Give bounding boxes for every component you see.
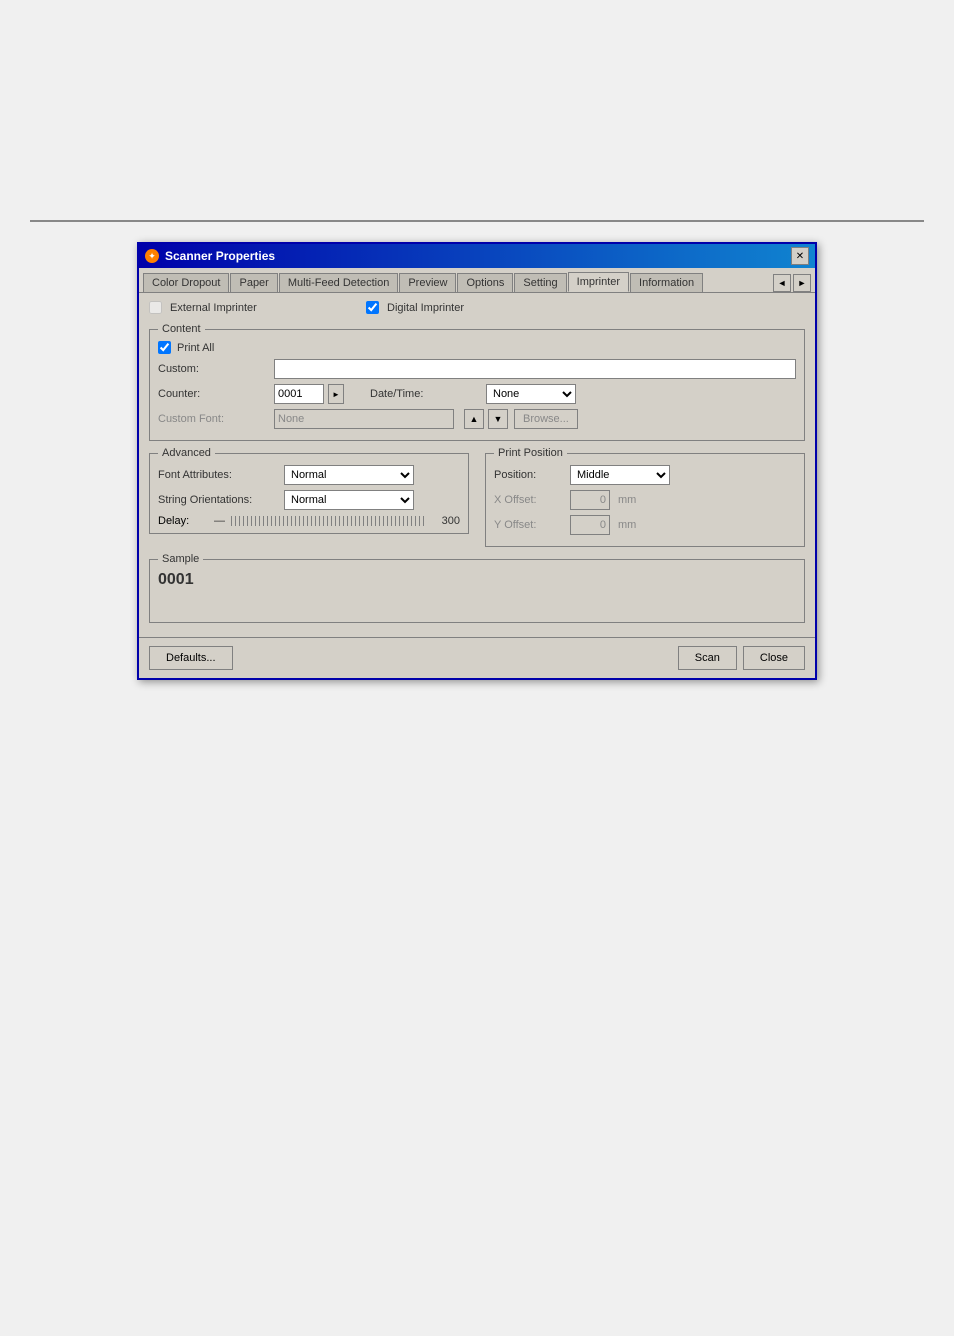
font-attributes-label: Font Attributes: [158, 469, 278, 481]
content-area: External Imprinter Digital Imprinter Con… [139, 293, 815, 637]
advanced-col: Advanced Font Attributes: Normal Bold It… [149, 447, 469, 553]
sample-section: Sample 0001 [149, 553, 805, 623]
bottom-right-buttons: Scan Close [678, 646, 805, 670]
custom-row: Custom: [158, 359, 796, 379]
print-all-label: Print All [177, 342, 287, 354]
tab-options[interactable]: Options [457, 273, 513, 292]
datetime-label: Date/Time: [370, 388, 480, 400]
position-select[interactable]: Top Middle Bottom [570, 465, 670, 485]
print-all-checkbox[interactable] [158, 341, 171, 354]
y-offset-unit: mm [618, 519, 636, 531]
print-position-title: Print Position [494, 447, 567, 459]
print-position-section: Print Position Position: Top Middle Bott… [485, 447, 805, 547]
external-imprinter-checkbox-row: External Imprinter [149, 301, 280, 314]
x-offset-input[interactable] [570, 490, 610, 510]
title-bar: ✦ Scanner Properties ✕ [139, 244, 815, 268]
sample-section-title: Sample [158, 553, 203, 565]
tab-setting[interactable]: Setting [514, 273, 566, 292]
tab-information[interactable]: Information [630, 273, 703, 292]
y-offset-label: Y Offset: [494, 519, 564, 531]
custom-font-input [274, 409, 454, 429]
external-imprinter-label: External Imprinter [170, 302, 280, 314]
page-divider [30, 220, 924, 222]
dialog-title: Scanner Properties [165, 249, 275, 263]
advanced-section-title: Advanced [158, 447, 215, 459]
tab-scroll-left[interactable]: ◄ [773, 274, 791, 292]
x-offset-label: X Offset: [494, 494, 564, 506]
custom-label: Custom: [158, 363, 268, 375]
tab-preview[interactable]: Preview [399, 273, 456, 292]
tab-paper[interactable]: Paper [230, 273, 277, 292]
scanner-properties-dialog: ✦ Scanner Properties ✕ Color Dropout Pap… [137, 242, 817, 680]
digital-imprinter-checkbox[interactable] [366, 301, 379, 314]
tab-bar: Color Dropout Paper Multi-Feed Detection… [139, 268, 815, 293]
print-all-row: Print All [158, 341, 796, 354]
delay-label: Delay: [158, 515, 208, 527]
tab-color-dropout[interactable]: Color Dropout [143, 273, 229, 292]
y-offset-input[interactable] [570, 515, 610, 535]
font-down-button[interactable]: ▼ [488, 409, 508, 429]
browse-button[interactable]: Browse... [514, 409, 578, 429]
font-up-button[interactable]: ▲ [464, 409, 484, 429]
counter-controls: ► [274, 384, 344, 404]
tab-imprinter[interactable]: Imprinter [568, 272, 629, 292]
close-window-button[interactable]: ✕ [791, 247, 809, 265]
datetime-select[interactable]: None Date Time Date/Time [486, 384, 576, 404]
custom-font-label: Custom Font: [158, 413, 268, 425]
x-offset-unit: mm [618, 494, 636, 506]
digital-imprinter-label: Digital Imprinter [387, 302, 497, 314]
counter-increment-button[interactable]: ► [328, 384, 344, 404]
sample-value: 0001 [158, 571, 194, 588]
advanced-section: Advanced Font Attributes: Normal Bold It… [149, 447, 469, 534]
scan-button[interactable]: Scan [678, 646, 737, 670]
imprinter-toggle-row: External Imprinter Digital Imprinter [149, 301, 805, 318]
counter-input[interactable] [274, 384, 324, 404]
x-offset-row: X Offset: mm [494, 490, 796, 510]
font-attributes-row: Font Attributes: Normal Bold Italic [158, 465, 460, 485]
delay-value: 300 [430, 515, 460, 527]
counter-row: Counter: ► Date/Time: None Date Time Dat… [158, 384, 796, 404]
delay-row: Delay: — 300 [158, 515, 460, 527]
app-icon: ✦ [145, 249, 159, 263]
string-orientations-select[interactable]: Normal Rotate 90 Rotate 180 [284, 490, 414, 510]
tab-scroll-right[interactable]: ► [793, 274, 811, 292]
content-section: Content Print All Custom: Counter: ► [149, 323, 805, 441]
custom-input[interactable] [274, 359, 796, 379]
external-imprinter-checkbox[interactable] [149, 301, 162, 314]
position-row: Position: Top Middle Bottom [494, 465, 796, 485]
tab-multifeed[interactable]: Multi-Feed Detection [279, 273, 399, 292]
close-button[interactable]: Close [743, 646, 805, 670]
string-orientations-label: String Orientations: [158, 494, 278, 506]
content-section-title: Content [158, 323, 205, 335]
counter-label: Counter: [158, 388, 268, 400]
print-position-col: Print Position Position: Top Middle Bott… [485, 447, 805, 553]
position-label: Position: [494, 469, 564, 481]
bottom-bar: Defaults... Scan Close [139, 637, 815, 678]
y-offset-row: Y Offset: mm [494, 515, 796, 535]
advanced-printpos-row: Advanced Font Attributes: Normal Bold It… [149, 447, 805, 553]
delay-min-marker: — [214, 515, 225, 527]
tab-navigation: ◄ ► [773, 274, 811, 292]
custom-font-row: Custom Font: ▲ ▼ Browse... [158, 409, 796, 429]
font-attributes-select[interactable]: Normal Bold Italic [284, 465, 414, 485]
delay-slider[interactable] [231, 516, 424, 526]
string-orientations-row: String Orientations: Normal Rotate 90 Ro… [158, 490, 460, 510]
defaults-button[interactable]: Defaults... [149, 646, 233, 670]
digital-imprinter-checkbox-row: Digital Imprinter [366, 301, 497, 314]
